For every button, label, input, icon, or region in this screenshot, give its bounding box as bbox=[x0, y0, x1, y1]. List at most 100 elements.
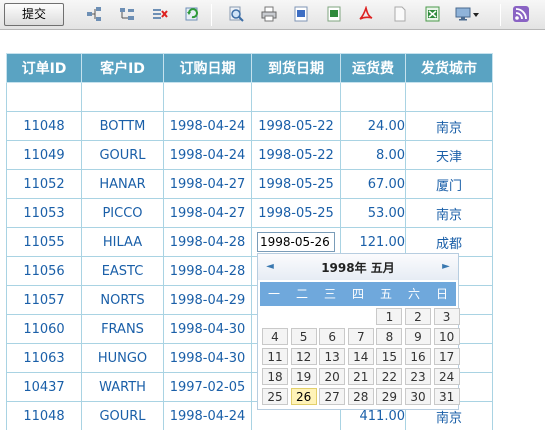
rss-icon[interactable] bbox=[513, 6, 529, 22]
calendar-day[interactable]: 23 bbox=[405, 368, 431, 385]
customer-id-cell[interactable]: EASTC bbox=[81, 256, 164, 286]
table-row[interactable]: 11049 GOURL 1998-04-24 1998-05-22 8.00 天津 bbox=[6, 140, 493, 170]
order-date-cell[interactable] bbox=[163, 82, 252, 112]
print-icon[interactable] bbox=[261, 6, 277, 22]
calendar-day[interactable]: 26 bbox=[290, 388, 317, 405]
order-id-cell[interactable]: 11057 bbox=[6, 285, 82, 315]
word-export-icon[interactable] bbox=[293, 6, 309, 22]
order-date-cell[interactable]: 1998-04-29 bbox=[163, 285, 252, 315]
freight-cell[interactable] bbox=[340, 82, 406, 112]
order-date-cell[interactable]: 1998-04-30 bbox=[163, 314, 252, 344]
order-date-cell[interactable]: 1998-04-28 bbox=[163, 256, 252, 286]
calendar-day[interactable]: 25 bbox=[262, 388, 288, 405]
calendar-day[interactable]: 4 bbox=[262, 328, 288, 345]
customer-id-cell[interactable] bbox=[81, 82, 164, 112]
column-header-order-date[interactable]: 订购日期 bbox=[163, 53, 252, 83]
calendar-day[interactable]: 7 bbox=[347, 328, 374, 345]
calendar-day[interactable]: 31 bbox=[433, 388, 460, 405]
calendar-day[interactable]: 21 bbox=[347, 368, 374, 385]
calendar-day[interactable]: 3 bbox=[433, 308, 460, 325]
table-row[interactable]: 11048 BOTTM 1998-04-24 1998-05-22 24.00 南京 bbox=[6, 111, 493, 141]
ship-city-cell[interactable] bbox=[405, 82, 493, 112]
calendar-day[interactable]: 15 bbox=[376, 348, 403, 365]
column-header-customer-id[interactable]: 客户ID bbox=[81, 53, 164, 83]
table-row[interactable]: 11052 HANAR 1998-04-27 1998-05-25 67.00 厦门 bbox=[6, 169, 493, 199]
monitor-dropdown-icon[interactable] bbox=[455, 6, 481, 22]
blank-doc-icon[interactable] bbox=[392, 6, 408, 22]
excel-import-icon[interactable] bbox=[425, 6, 441, 22]
calendar-day[interactable]: 29 bbox=[376, 388, 403, 405]
refresh-icon[interactable] bbox=[185, 6, 201, 22]
customer-id-cell[interactable]: FRANS bbox=[81, 314, 164, 344]
order-id-cell[interactable] bbox=[6, 82, 82, 112]
calendar-day[interactable]: 30 bbox=[405, 388, 431, 405]
column-header-freight[interactable]: 运货费 bbox=[340, 53, 406, 83]
submit-button[interactable]: 提交 bbox=[4, 3, 64, 26]
next-month-icon[interactable]: ► bbox=[440, 260, 452, 274]
order-id-cell[interactable]: 10437 bbox=[6, 372, 82, 402]
order-date-cell[interactable]: 1998-04-24 bbox=[163, 401, 252, 430]
order-date-cell[interactable]: 1997-02-05 bbox=[163, 372, 252, 402]
order-id-cell[interactable]: 11049 bbox=[6, 140, 82, 170]
customer-id-cell[interactable]: GOURL bbox=[81, 140, 164, 170]
column-header-ship-city[interactable]: 发货城市 bbox=[405, 53, 493, 83]
calendar-day[interactable]: 12 bbox=[290, 348, 317, 365]
order-id-cell[interactable]: 11053 bbox=[6, 198, 82, 228]
freight-cell[interactable]: 67.00 bbox=[340, 169, 406, 199]
calendar-day[interactable]: 19 bbox=[290, 368, 317, 385]
calendar-day[interactable]: 13 bbox=[319, 348, 346, 365]
calendar-day[interactable]: 9 bbox=[405, 328, 431, 345]
customer-id-cell[interactable]: WARTH bbox=[81, 372, 164, 402]
calendar-day[interactable]: 8 bbox=[376, 328, 403, 345]
calendar-day[interactable]: 17 bbox=[433, 348, 460, 365]
ship-city-cell[interactable]: 厦门 bbox=[405, 169, 493, 199]
order-id-cell[interactable]: 11060 bbox=[6, 314, 82, 344]
calendar-day[interactable]: 10 bbox=[433, 328, 460, 345]
order-id-cell[interactable]: 11056 bbox=[6, 256, 82, 286]
calendar-day[interactable]: 22 bbox=[376, 368, 403, 385]
table-row[interactable]: 11053 PICCO 1998-04-27 1998-05-25 53.00 南京 bbox=[6, 198, 493, 228]
ship-city-cell[interactable]: 天津 bbox=[405, 140, 493, 170]
calendar-day[interactable]: 18 bbox=[262, 368, 288, 385]
customer-id-cell[interactable]: NORTS bbox=[81, 285, 164, 315]
pdf-export-icon[interactable] bbox=[358, 6, 374, 22]
calendar-day[interactable]: 11 bbox=[262, 348, 288, 365]
order-id-cell[interactable]: 11048 bbox=[6, 111, 82, 141]
freight-cell[interactable]: 24.00 bbox=[340, 111, 406, 141]
order-id-cell[interactable]: 11052 bbox=[6, 169, 82, 199]
customer-id-cell[interactable]: BOTTM bbox=[81, 111, 164, 141]
order-id-cell[interactable]: 11048 bbox=[6, 401, 82, 430]
freight-cell[interactable]: 8.00 bbox=[340, 140, 406, 170]
calendar-day[interactable]: 16 bbox=[405, 348, 431, 365]
order-id-cell[interactable]: 11063 bbox=[6, 343, 82, 373]
tree-child-icon[interactable] bbox=[119, 6, 135, 22]
arrival-date-cell[interactable]: 1998-05-25 bbox=[251, 198, 341, 228]
calendar-day[interactable]: 14 bbox=[347, 348, 374, 365]
calendar-day[interactable]: 24 bbox=[433, 368, 460, 385]
calendar-day[interactable]: 5 bbox=[290, 328, 317, 345]
table-row[interactable] bbox=[6, 82, 493, 112]
search-icon[interactable] bbox=[228, 6, 244, 22]
calendar-day[interactable]: 1 bbox=[376, 308, 403, 325]
order-date-cell[interactable]: 1998-04-24 bbox=[163, 140, 252, 170]
customer-id-cell[interactable]: HILAA bbox=[81, 227, 164, 257]
ship-city-cell[interactable]: 南京 bbox=[405, 111, 493, 141]
calendar-day[interactable]: 28 bbox=[347, 388, 374, 405]
delete-row-icon[interactable] bbox=[152, 6, 168, 22]
customer-id-cell[interactable]: PICCO bbox=[81, 198, 164, 228]
ship-city-cell[interactable]: 南京 bbox=[405, 198, 493, 228]
order-date-cell[interactable]: 1998-04-30 bbox=[163, 343, 252, 373]
order-date-cell[interactable]: 1998-04-27 bbox=[163, 198, 252, 228]
customer-id-cell[interactable]: GOURL bbox=[81, 401, 164, 430]
column-header-arrival-date[interactable]: 到货日期 bbox=[251, 53, 341, 83]
customer-id-cell[interactable]: HANAR bbox=[81, 169, 164, 199]
calendar-day[interactable]: 6 bbox=[319, 328, 346, 345]
customer-id-cell[interactable]: HUNGO bbox=[81, 343, 164, 373]
tree-add-icon[interactable] bbox=[86, 6, 102, 22]
excel-export-icon[interactable] bbox=[326, 6, 342, 22]
calendar-day[interactable]: 20 bbox=[319, 368, 346, 385]
column-header-order-id[interactable]: 订单ID bbox=[6, 53, 82, 83]
arrival-date-cell[interactable]: 1998-05-22 bbox=[251, 111, 341, 141]
arrival-date-input[interactable] bbox=[257, 232, 335, 252]
arrival-date-cell[interactable] bbox=[251, 82, 341, 112]
